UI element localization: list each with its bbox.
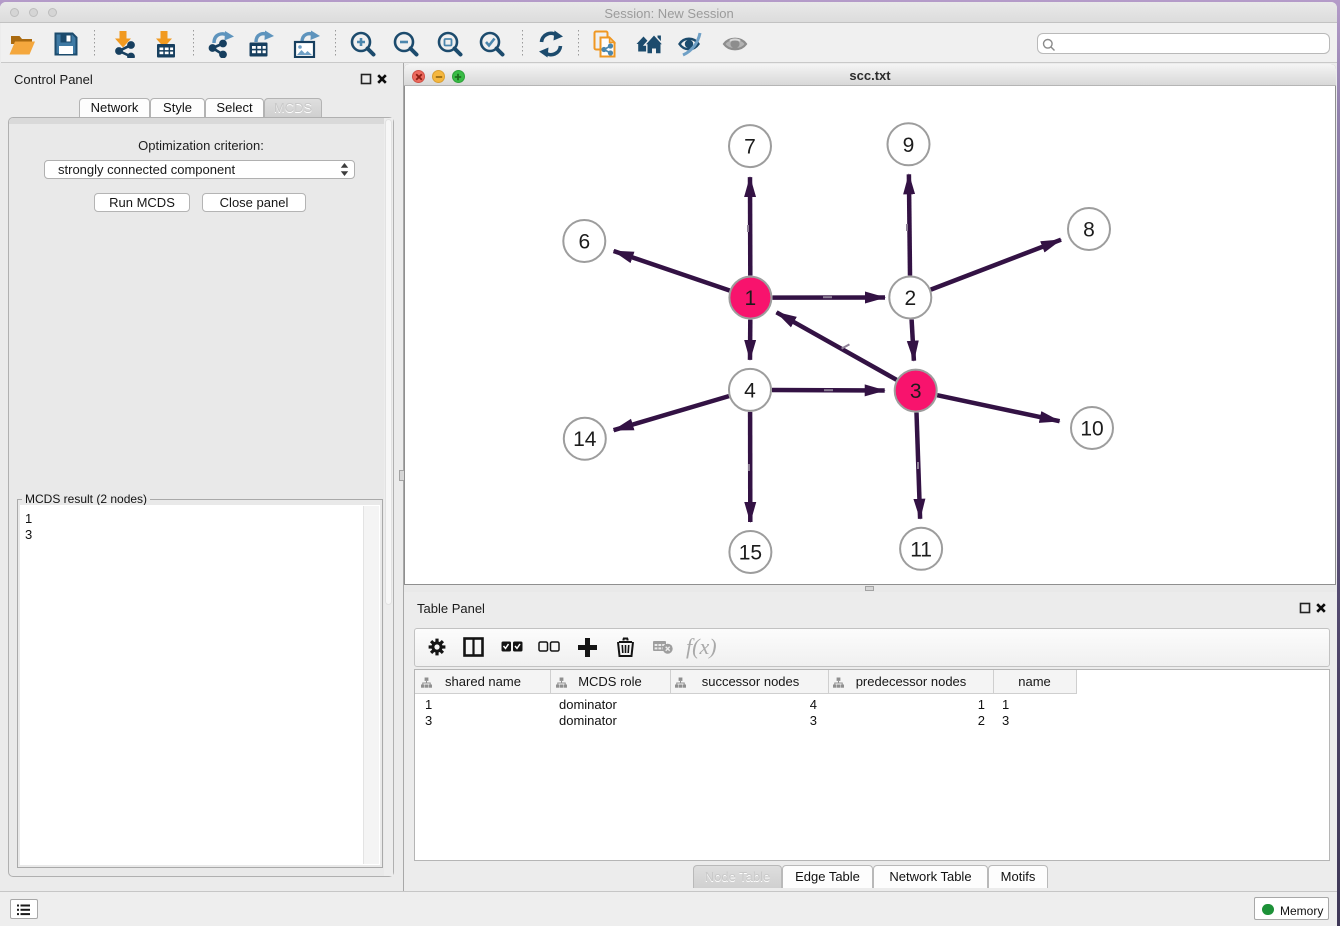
- svg-text:8: 8: [1083, 219, 1095, 242]
- svg-text:14: 14: [573, 428, 597, 451]
- svg-text:7: 7: [744, 136, 756, 159]
- svg-text:6: 6: [578, 231, 590, 254]
- svg-text:1: 1: [745, 287, 757, 310]
- svg-text:2: 2: [904, 287, 916, 310]
- svg-text:9: 9: [903, 134, 915, 157]
- svg-text:10: 10: [1080, 418, 1103, 441]
- svg-text:4: 4: [744, 379, 756, 402]
- svg-text:15: 15: [739, 542, 762, 565]
- svg-text:11: 11: [910, 538, 932, 561]
- svg-text:3: 3: [910, 380, 922, 403]
